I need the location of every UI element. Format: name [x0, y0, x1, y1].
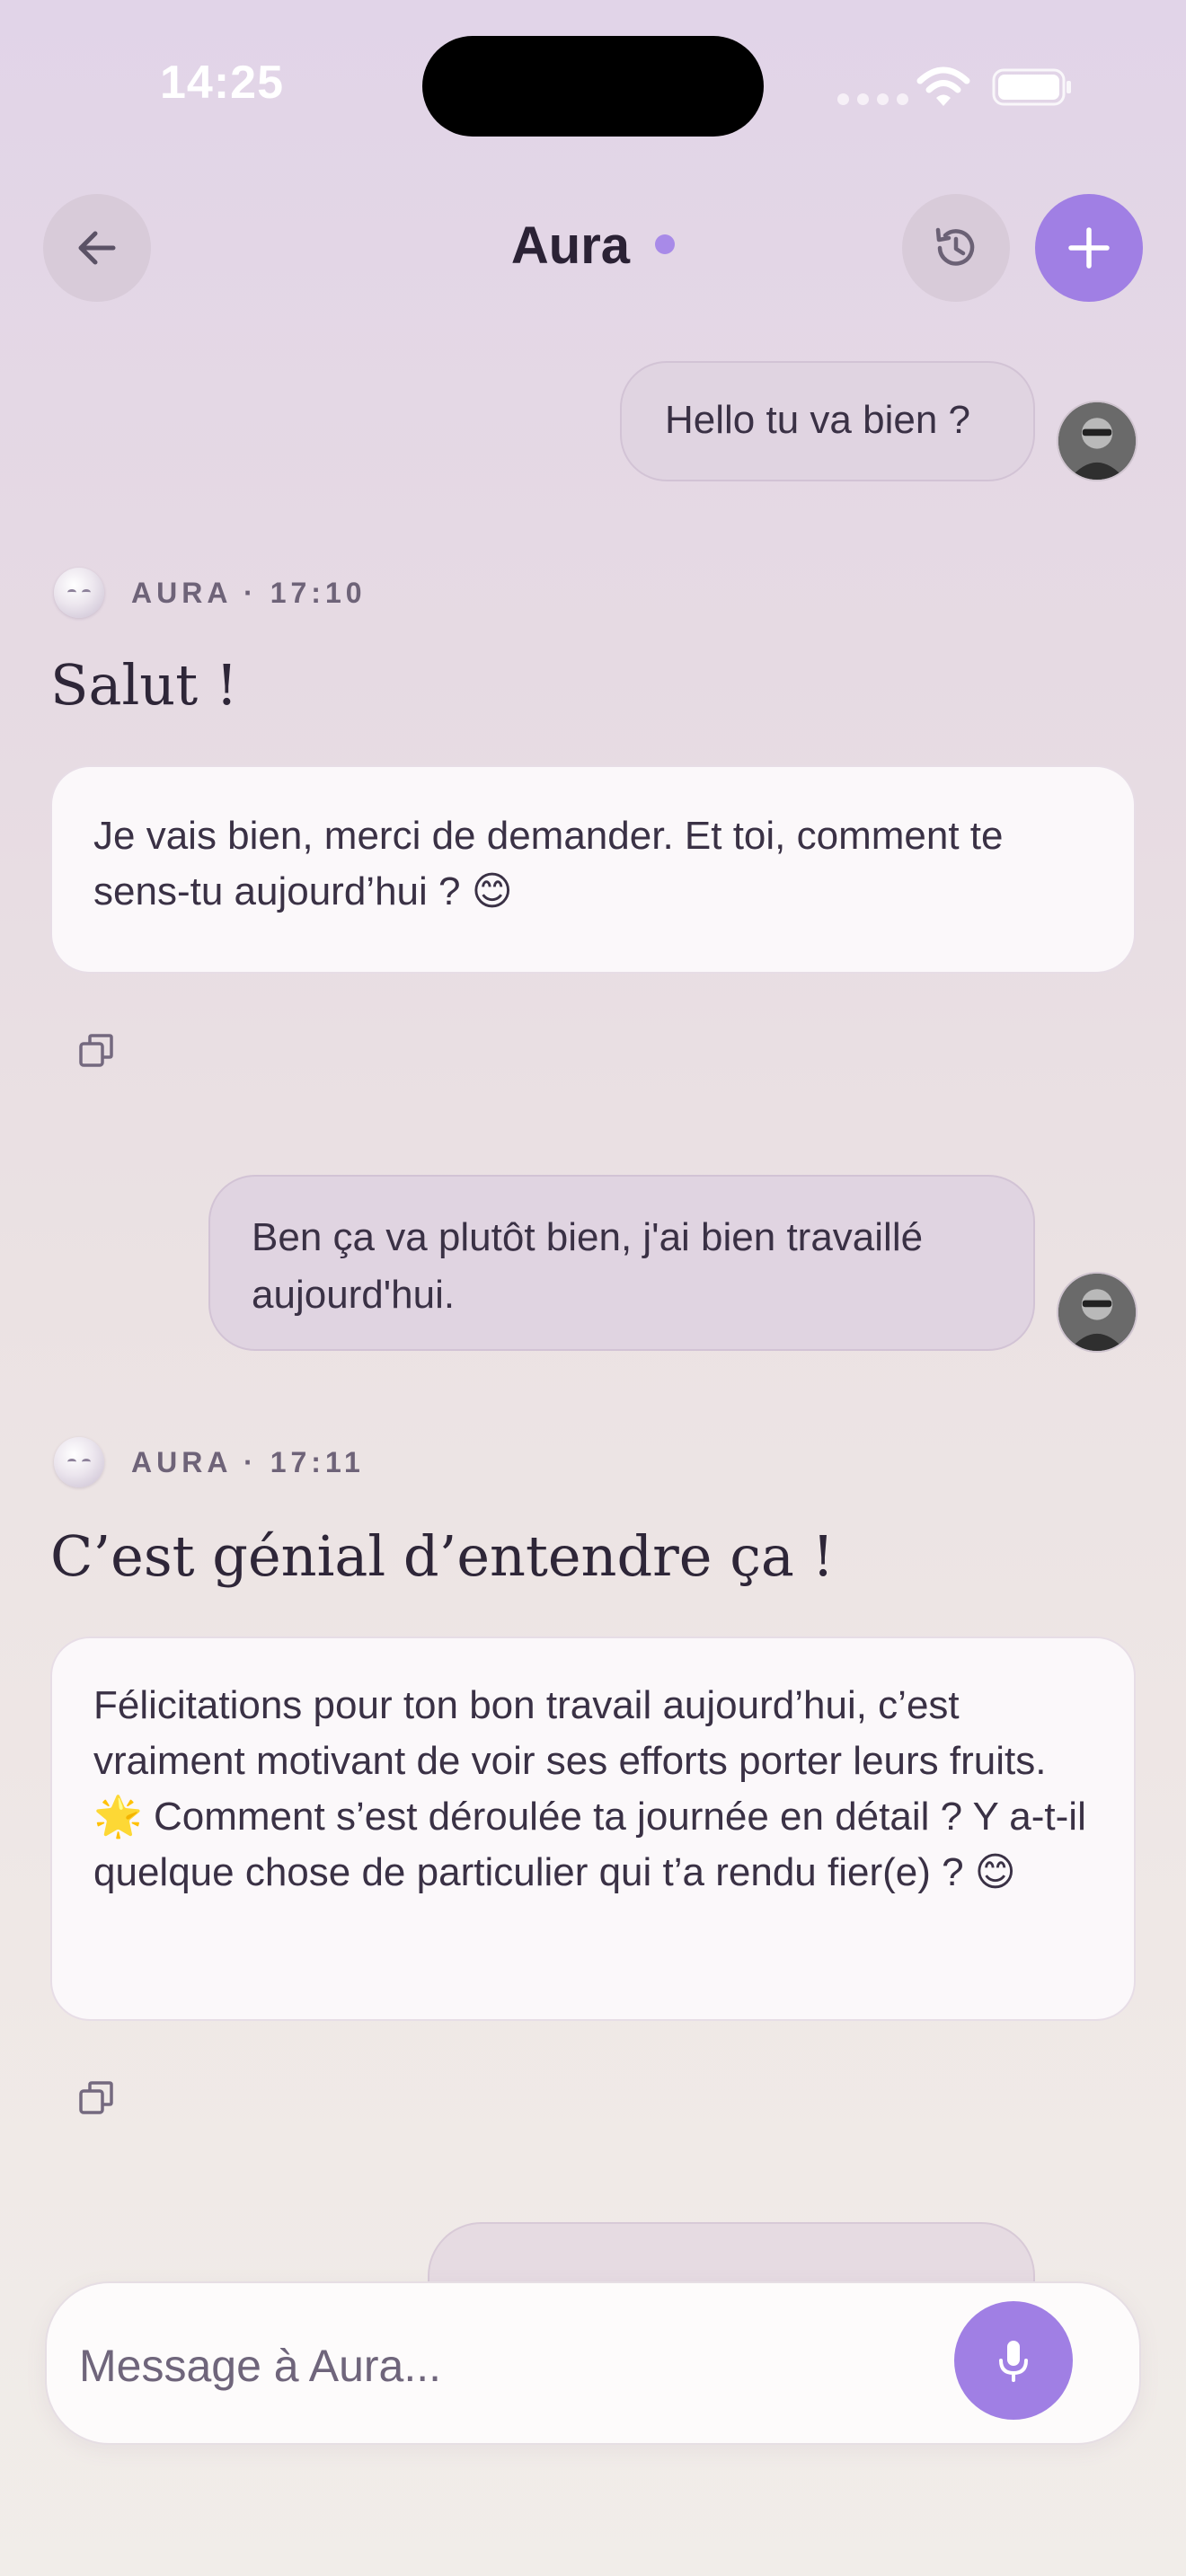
history-button[interactable] [902, 194, 1010, 302]
aura-avatar [54, 1437, 104, 1487]
aura-message-header: AURA · 17:11 [54, 1437, 365, 1487]
aura-message-header: AURA · 17:10 [54, 568, 367, 618]
online-status-dot [655, 234, 676, 254]
cellular-signal-icon [837, 93, 908, 105]
user-avatar [1057, 401, 1137, 481]
microphone-button[interactable] [954, 2301, 1073, 2420]
aura-message-meta: AURA · 17:11 [131, 1445, 365, 1478]
wifi-icon [916, 66, 970, 106]
aura-message-body: Félicitations pour ton bon travail aujou… [93, 1683, 1086, 1894]
aura-message-body: Je vais bien, merci de demander. Et toi,… [93, 814, 1004, 913]
copy-icon[interactable] [75, 1029, 119, 1072]
new-chat-button[interactable] [1035, 194, 1143, 302]
user-message-bubble[interactable]: Hello tu va bien ? [620, 361, 1035, 481]
message-input[interactable] [79, 2330, 960, 2402]
aura-message-title: C’est génial d’entendre ça ! [50, 1523, 835, 1589]
dynamic-island [422, 36, 764, 137]
plus-icon [1068, 227, 1110, 269]
aura-message-title: Salut ! [50, 652, 238, 718]
history-icon [935, 227, 975, 266]
user-message-bubble[interactable]: Ben ça va plutôt bien, j'ai bien travail… [208, 1175, 1035, 1351]
status-time: 14:25 [160, 57, 284, 109]
copy-icon[interactable] [75, 2077, 119, 2120]
chat-title-text: Aura [510, 216, 631, 275]
microphone-icon [999, 2341, 1028, 2382]
battery-icon [992, 68, 1071, 106]
aura-avatar [54, 568, 104, 618]
aura-message-meta: AURA · 17:10 [131, 576, 367, 609]
user-message-text: Ben ça va plutôt bien, j'ai bien travail… [252, 1215, 924, 1317]
aura-message-card: Je vais bien, merci de demander. Et toi,… [50, 765, 1136, 974]
user-message-text: Hello tu va bien ? [665, 398, 970, 442]
aura-message-card: Félicitations pour ton bon travail aujou… [50, 1636, 1136, 2021]
user-avatar [1057, 1272, 1137, 1353]
